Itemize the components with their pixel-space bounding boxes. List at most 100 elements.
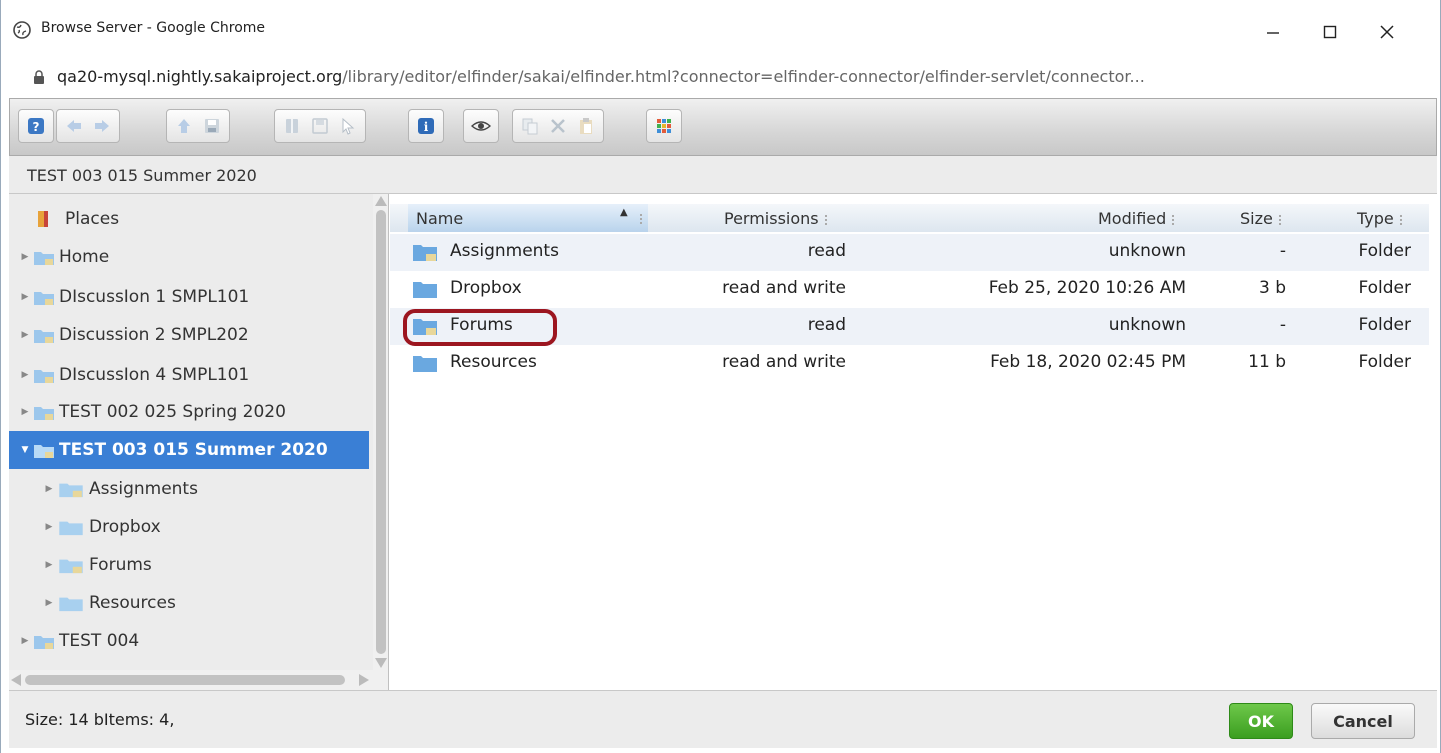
tree-item-test002[interactable]: ▶ TEST 002 025 Spring 2020 (9, 393, 375, 431)
tree-item-label: Forums (89, 555, 152, 575)
table-row[interactable]: Resources read and write Feb 18, 2020 02… (390, 345, 1429, 382)
folder-shared-icon (59, 483, 83, 498)
expand-arrow-icon: ▶ (21, 370, 29, 380)
tree-item-resources[interactable]: ▶ Resources (9, 584, 375, 622)
column-size-label: Size (1240, 209, 1273, 228)
column-resize-handle[interactable] (1399, 214, 1402, 225)
url-host: qa20-mysql.nightly.sakaiproject.org (57, 67, 343, 86)
tree-vertical-scrollbar[interactable] (373, 194, 389, 670)
minimize-icon (1267, 32, 1279, 34)
column-resize-handle[interactable] (640, 214, 642, 224)
expand-arrow-icon: ▶ (21, 636, 29, 646)
tree-item-assignments[interactable]: ▶ Assignments (9, 470, 375, 508)
save-icon (312, 118, 328, 134)
browse-server-window: Browse Server - Google Chrome qa20-mysql… (0, 0, 1441, 753)
tree-item-discussion1[interactable]: ▶ DIscussIon 1 SMPL101 (9, 278, 375, 316)
cell-modified: Feb 25, 2020 10:26 AM (988, 278, 1186, 298)
back-button[interactable] (61, 113, 87, 139)
folder-icon (59, 521, 83, 536)
tree-horizontal-scrollbar[interactable] (9, 670, 389, 690)
folder-shared-icon (34, 407, 54, 420)
cursor-icon (342, 117, 355, 135)
column-resize-handle[interactable] (824, 214, 827, 225)
icons-view-button[interactable] (651, 113, 677, 139)
tree-item-test004[interactable]: ▶ TEST 004 (9, 622, 375, 660)
cut-button[interactable] (545, 113, 571, 139)
tree-item-label: DIscussIon 4 SMPL101 (59, 365, 250, 385)
edit-group (512, 109, 604, 143)
svg-text:i: i (424, 120, 429, 134)
column-modified-label: Modified (1098, 209, 1167, 228)
table-row[interactable]: Assignments read unknown - Folder (390, 234, 1429, 271)
file-list: Name ▲ Permissions Modified Size Type As… (390, 194, 1437, 690)
tree-places[interactable]: Places (35, 200, 388, 238)
folder-shared-icon (34, 370, 54, 383)
copy-button[interactable] (517, 113, 543, 139)
quicklook-button[interactable] (468, 113, 494, 139)
cell-type: Folder (1358, 352, 1411, 372)
forward-arrow-icon (95, 120, 109, 132)
cell-size: 11 b (1248, 352, 1286, 372)
up-button[interactable] (171, 113, 197, 139)
tree-item-discussion2[interactable]: ▶ Discussion 2 SMPL202 (9, 316, 375, 354)
tree-item-home[interactable]: ▶ Home (9, 238, 375, 276)
close-button[interactable] (1369, 14, 1405, 50)
tree-item-forums[interactable]: ▶ Forums (9, 546, 375, 584)
globe-icon (13, 21, 31, 39)
title-bar: Browse Server - Google Chrome (1, 0, 1440, 62)
expand-arrow-icon: ▶ (45, 598, 53, 608)
paste-button[interactable] (573, 113, 599, 139)
address-bar[interactable]: qa20-mysql.nightly.sakaiproject.org/libr… (1, 62, 1440, 92)
cell-modified: unknown (1108, 315, 1186, 335)
lock-icon (34, 70, 44, 84)
folder-icon (413, 356, 437, 372)
url-text: qa20-mysql.nightly.sakaiproject.org/libr… (57, 67, 1145, 86)
status-text: Size: 14 bItems: 4, (25, 710, 175, 729)
column-name[interactable]: Name ▲ (408, 204, 648, 232)
folder-icon (59, 597, 83, 612)
column-modified[interactable]: Modified (1098, 209, 1175, 228)
tree-item-label: Discussion 2 SMPL202 (59, 325, 249, 345)
expand-arrow-icon: ▶ (21, 330, 29, 340)
nav-group (166, 109, 230, 143)
tree-item-label: Home (59, 247, 110, 267)
tree-item-label: Dropbox (89, 517, 161, 537)
column-size[interactable]: Size (1240, 209, 1281, 228)
back-arrow-icon (67, 120, 81, 132)
table-row[interactable]: Forums read unknown - Folder (390, 308, 1429, 345)
cell-name: Dropbox (450, 278, 522, 298)
cancel-button[interactable]: Cancel (1311, 703, 1415, 739)
tree-item-dropbox[interactable]: ▶ Dropbox (9, 508, 375, 546)
column-type[interactable]: Type (1357, 209, 1402, 228)
url-path: /library/editor/elfinder/sakai/elfinder.… (342, 67, 1145, 86)
select-button[interactable] (335, 113, 361, 139)
tree-item-label: TEST 003 015 Summer 2020 (59, 440, 328, 460)
column-permissions[interactable]: Permissions (724, 209, 827, 228)
cell-name: Assignments (450, 241, 559, 261)
column-type-label: Type (1357, 209, 1394, 228)
folder-shared-icon (34, 330, 54, 343)
column-resize-handle[interactable] (1172, 214, 1175, 225)
tree-item-label: Resources (89, 593, 176, 613)
folder-shared-icon (59, 559, 83, 574)
expand-arrow-icon: ▶ (45, 484, 53, 494)
collapse-arrow-icon: ▼ (21, 445, 29, 455)
save-button[interactable] (307, 113, 333, 139)
forward-button[interactable] (89, 113, 115, 139)
column-resize-handle[interactable] (1278, 214, 1281, 225)
upload-button[interactable] (199, 113, 225, 139)
cell-permissions: read (807, 241, 846, 261)
info-button[interactable]: i (413, 113, 439, 139)
tree-item-test003[interactable]: ▼ TEST 003 015 Summer 2020 (9, 431, 369, 469)
table-row[interactable]: Dropbox read and write Feb 25, 2020 10:2… (390, 271, 1429, 308)
tree-item-discussion4[interactable]: ▶ DIscussIon 4 SMPL101 (9, 356, 375, 394)
eye-icon (471, 121, 491, 131)
maximize-button[interactable] (1312, 14, 1348, 50)
minimize-button[interactable] (1255, 14, 1291, 50)
window-title: Browse Server - Google Chrome (41, 20, 266, 36)
open-button[interactable] (279, 113, 305, 139)
help-button[interactable]: ? (23, 113, 49, 139)
maximize-icon (1323, 25, 1337, 39)
ok-button[interactable]: OK (1229, 703, 1293, 739)
cell-name: Resources (450, 352, 537, 372)
